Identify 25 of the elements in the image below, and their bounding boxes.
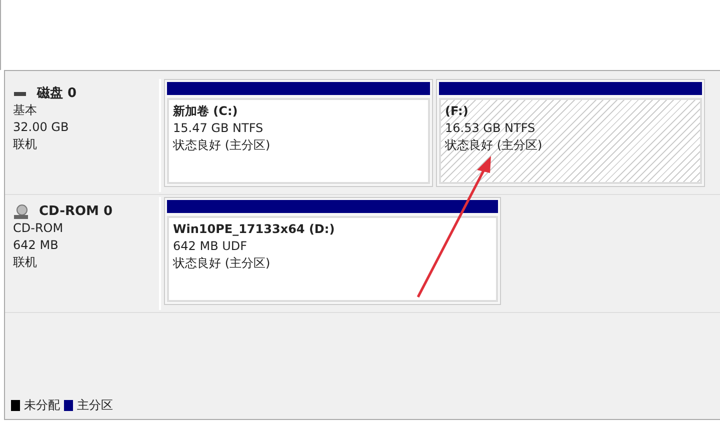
disk-name: CD-ROM 0 bbox=[39, 203, 113, 220]
disk-size: 642 MB bbox=[13, 237, 60, 254]
partition-block[interactable]: (F:) 16.53 GB NTFS 状态良好 (主分区) bbox=[436, 79, 705, 187]
partition-block[interactable]: Win10PE_17133x64 (D:) 642 MB UDF 状态良好 (主分区) bbox=[164, 197, 501, 305]
partition-size: 16.53 GB NTFS bbox=[445, 120, 536, 137]
legend-label: 未分配 bbox=[24, 397, 60, 414]
partition-status: 状态良好 (主分区) bbox=[173, 255, 272, 272]
partition-size: 15.47 GB NTFS bbox=[173, 120, 264, 137]
partition-label: 新加卷 (C:) bbox=[173, 103, 239, 120]
disk-status: 联机 bbox=[13, 136, 38, 153]
disk-status: 联机 bbox=[13, 254, 38, 271]
cd-drive-icon bbox=[13, 204, 29, 220]
disk-type: 基本 bbox=[13, 102, 38, 119]
partition-label: Win10PE_17133x64 (D:) bbox=[173, 221, 336, 238]
disk-info-panel[interactable]: CD-ROM 0 CD-ROM 642 MB 联机 bbox=[5, 197, 161, 310]
partition-label: (F:) bbox=[445, 103, 470, 120]
partition-block[interactable]: 新加卷 (C:) 15.47 GB NTFS 状态良好 (主分区) bbox=[164, 79, 433, 187]
partition-status: 状态良好 (主分区) bbox=[173, 137, 272, 154]
disk-name: 磁盘 0 bbox=[37, 85, 77, 102]
disk-type: CD-ROM bbox=[13, 220, 64, 237]
legend-label: 主分区 bbox=[77, 397, 113, 414]
partition-status: 状态良好 (主分区) bbox=[445, 137, 544, 154]
disk-size: 32.00 GB bbox=[13, 119, 70, 136]
disk-info-panel[interactable]: 磁盘 0 基本 32.00 GB 联机 bbox=[5, 79, 161, 192]
partition-size: 642 MB UDF bbox=[173, 238, 248, 255]
